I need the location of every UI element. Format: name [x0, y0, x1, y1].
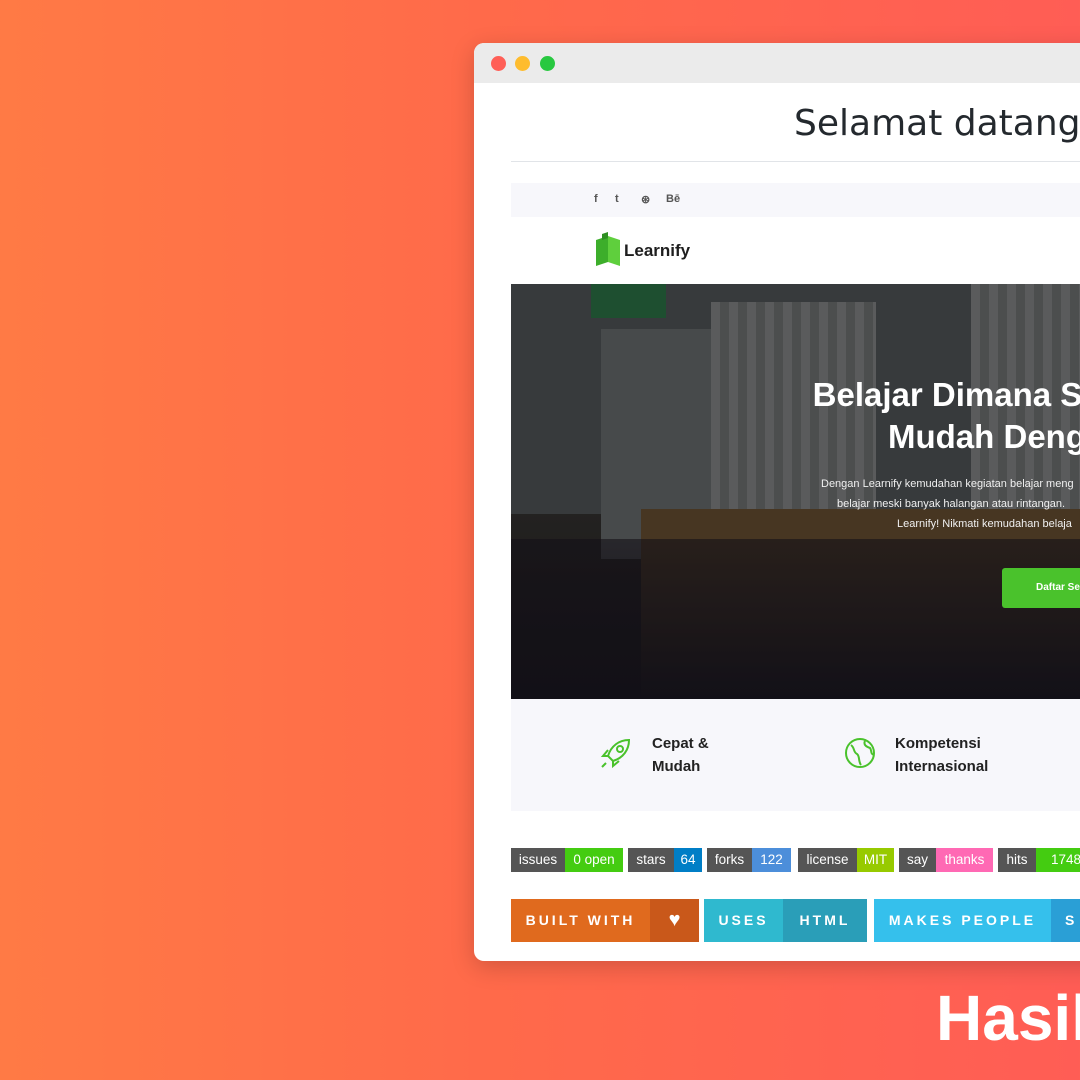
badge-stars-value: 64: [674, 848, 702, 872]
badge-hits-label: hits: [998, 848, 1036, 872]
badge-forks-value: 122: [752, 848, 791, 872]
badge-say-value: thanks: [936, 848, 993, 872]
badge-say-label: say: [899, 848, 936, 872]
behance-icon[interactable]: Bē: [666, 193, 680, 205]
rocket-icon: [600, 738, 631, 769]
hero-desc-line2: belajar meski banyak halangan atau rinta…: [837, 498, 1066, 510]
browser-window: Selamat datang f t ⊛ Bē Learnify Belajar…: [474, 43, 1080, 961]
badge-uses-label: USES: [704, 899, 783, 942]
hero-title-line2: Mudah Deng: [888, 418, 1080, 455]
learnify-logo-icon: [596, 232, 620, 266]
hero-desc-line3: Learnify! Nikmati kemudahan belaja: [897, 518, 1072, 530]
badge-uses-value: HTML: [783, 899, 867, 942]
twitter-icon[interactable]: t: [615, 193, 619, 205]
register-button[interactable]: Daftar Se: [1002, 568, 1080, 608]
features-section: Cepat & Mudah Kompetensi Internasional: [511, 699, 1080, 811]
badge-forks-label: forks: [707, 848, 752, 872]
title-divider: [511, 161, 1080, 162]
hero-title: Belajar Dimana S Mudah Deng: [809, 374, 1080, 458]
feature-international: Kompetensi Internasional: [895, 732, 988, 778]
badge-issues-value: 0 open: [565, 848, 623, 872]
feature-intl-line1: Kompetensi: [895, 735, 981, 752]
hero-title-line1: Belajar Dimana S: [812, 376, 1080, 413]
badge-makes-people-value: S: [1051, 899, 1080, 942]
close-window-button[interactable]: [491, 56, 506, 71]
badge-stars-label: stars: [628, 848, 674, 872]
badge-hits-value: 1748: [1036, 848, 1080, 872]
badge-license-label: license: [798, 848, 857, 872]
globe-icon: [845, 738, 875, 768]
hero-banner: Belajar Dimana S Mudah Deng Dengan Learn…: [511, 284, 1080, 699]
heart-icon: ♥: [650, 899, 699, 942]
window-titlebar: [474, 43, 1080, 83]
dribbble-icon[interactable]: ⊛: [641, 193, 650, 206]
brand-name: Learnify: [624, 241, 691, 260]
footer-caption: Hasil: [936, 982, 1080, 1054]
feature-fast-line1: Cepat &: [652, 735, 709, 752]
maximize-window-button[interactable]: [540, 56, 555, 71]
badge-license-value: MIT: [857, 848, 894, 872]
facebook-icon[interactable]: f: [594, 193, 598, 205]
badge-built-with-label: BUILT WITH: [511, 899, 650, 942]
badge-issues-label: issues: [511, 848, 565, 872]
feature-fast-easy: Cepat & Mudah: [652, 732, 709, 778]
site-topbar: f t ⊛ Bē: [511, 183, 1080, 217]
minimize-window-button[interactable]: [515, 56, 530, 71]
hero-desc-line1: Dengan Learnify kemudahan kegiatan belaj…: [821, 478, 1074, 490]
badge-makes-people-label: MAKES PEOPLE: [874, 899, 1051, 942]
feature-fast-line2: Mudah: [652, 758, 701, 775]
feature-intl-line2: Internasional: [895, 758, 989, 775]
readme-title: Selamat datang: [794, 103, 1080, 144]
